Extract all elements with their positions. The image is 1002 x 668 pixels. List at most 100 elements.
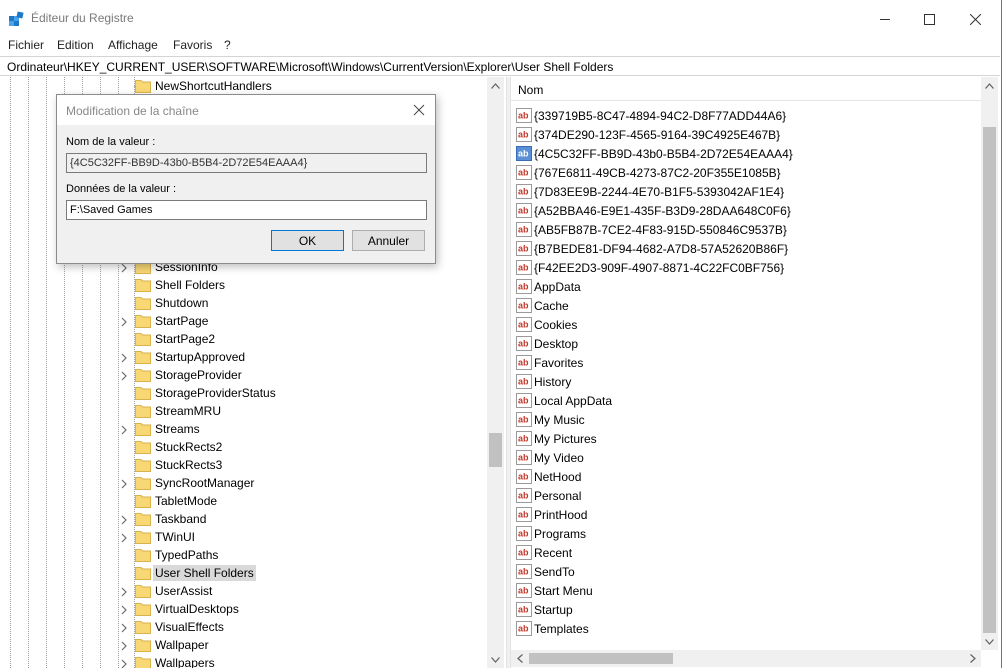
chevron-right-icon[interactable] — [120, 586, 128, 597]
menu-favoris[interactable]: Favoris — [173, 38, 212, 52]
tree-item[interactable]: NewShortcutHandlers — [118, 77, 488, 95]
address-path[interactable]: Ordinateur\HKEY_CURRENT_USER\SOFTWARE\Mi… — [7, 60, 613, 74]
value-data-field[interactable] — [66, 200, 427, 220]
list-item[interactable]: ab PrintHood — [516, 505, 976, 524]
list-item[interactable]: ab Favorites — [516, 353, 976, 372]
tree-item[interactable]: StreamMRU — [118, 402, 488, 420]
list-item-name: Templates — [534, 622, 589, 636]
tree-item[interactable]: StorageProviderStatus — [118, 384, 488, 402]
tree-item[interactable]: StartPage — [118, 312, 488, 330]
tree-item[interactable]: Shutdown — [118, 294, 488, 312]
tree-vertical-scrollbar[interactable] — [487, 77, 504, 668]
scroll-thumb[interactable] — [489, 433, 502, 467]
tree-item[interactable]: TypedPaths — [118, 546, 488, 564]
list-item[interactable]: ab {7D83EE9B-2244-4E70-B1F5-5393042AF1E4} — [516, 182, 976, 201]
tree-item[interactable]: VisualEffects — [118, 618, 488, 636]
list-item[interactable]: ab My Music — [516, 410, 976, 429]
tree-item[interactable]: Taskband — [118, 510, 488, 528]
values-vertical-scrollbar[interactable] — [981, 77, 998, 650]
chevron-right-icon[interactable] — [120, 370, 128, 381]
list-item[interactable]: ab {F42EE2D3-909F-4907-8871-4C22FC0BF756} — [516, 258, 976, 277]
tree-item[interactable]: User Shell Folders — [118, 564, 488, 582]
list-item[interactable]: ab Cache — [516, 296, 976, 315]
cancel-button[interactable]: Annuler — [352, 230, 425, 251]
scroll-thumb[interactable] — [529, 653, 673, 664]
list-item[interactable]: ab Start Menu — [516, 581, 976, 600]
list-item[interactable]: ab Templates — [516, 619, 976, 638]
list-item[interactable]: ab SendTo — [516, 562, 976, 581]
menu-edition[interactable]: Edition — [57, 38, 94, 52]
list-item[interactable]: ab Programs — [516, 524, 976, 543]
ok-button[interactable]: OK — [271, 230, 344, 251]
tree-item[interactable]: StuckRects2 — [118, 438, 488, 456]
list-item[interactable]: ab {B7BEDE81-DF94-4682-A7D8-57A52620B86F} — [516, 239, 976, 258]
title-bar[interactable]: Éditeur du Registre — [0, 0, 1000, 38]
chevron-right-icon[interactable] — [120, 514, 128, 525]
scroll-left-arrow[interactable] — [511, 650, 528, 667]
tree-item[interactable]: VirtualDesktops — [118, 600, 488, 618]
tree-item[interactable]: StuckRects3 — [118, 456, 488, 474]
list-item[interactable]: ab {4C5C32FF-BB9D-43b0-B5B4-2D72E54EAAA4} — [516, 144, 976, 163]
tree-item[interactable]: Wallpapers — [118, 654, 488, 668]
chevron-right-icon[interactable] — [120, 622, 128, 633]
tree-item[interactable]: TWinUI — [118, 528, 488, 546]
value-name-field[interactable] — [66, 153, 427, 173]
list-item[interactable]: ab Local AppData — [516, 391, 976, 410]
list-item[interactable]: ab {374DE290-123F-4565-9164-39C4925E467B} — [516, 125, 976, 144]
list-item[interactable]: ab Cookies — [516, 315, 976, 334]
scroll-up-arrow[interactable] — [487, 77, 504, 94]
svg-text:ab: ab — [518, 187, 529, 197]
dialog-title-bar[interactable]: Modification de la chaîne — [57, 95, 435, 125]
values-horizontal-scrollbar[interactable] — [511, 650, 981, 667]
tree-item[interactable]: Shell Folders — [118, 276, 488, 294]
list-item[interactable]: ab Recent — [516, 543, 976, 562]
list-item-name: {A52BBA46-E9E1-435F-B3D9-28DAA648C0F6} — [534, 204, 791, 218]
menu-affichage[interactable]: Affichage — [108, 38, 158, 52]
list-item[interactable]: ab {A52BBA46-E9E1-435F-B3D9-28DAA648C0F6} — [516, 201, 976, 220]
list-item[interactable]: ab History — [516, 372, 976, 391]
chevron-right-icon[interactable] — [120, 478, 128, 489]
list-item[interactable]: ab Startup — [516, 600, 976, 619]
maximize-button[interactable] — [906, 0, 952, 38]
tree-item[interactable]: Streams — [118, 420, 488, 438]
list-item[interactable]: ab {AB5FB87B-7CE2-4F83-915D-550846C9537B} — [516, 220, 976, 239]
list-item[interactable]: ab My Video — [516, 448, 976, 467]
list-item[interactable]: ab {339719B5-8C47-4894-94C2-D8F77ADD44A6} — [516, 106, 976, 125]
chevron-right-icon[interactable] — [120, 604, 128, 615]
list-item[interactable]: ab NetHood — [516, 467, 976, 486]
list-item[interactable]: ab My Pictures — [516, 429, 976, 448]
scroll-down-arrow[interactable] — [981, 633, 998, 650]
dialog-close-button[interactable] — [411, 102, 427, 118]
menu-help[interactable]: ? — [224, 38, 231, 52]
tree-item[interactable]: Wallpaper — [118, 636, 488, 654]
list-item[interactable]: ab AppData — [516, 277, 976, 296]
scroll-up-arrow[interactable] — [981, 77, 998, 94]
scroll-right-arrow[interactable] — [964, 650, 981, 667]
list-item[interactable]: ab Personal — [516, 486, 976, 505]
scroll-down-arrow[interactable] — [487, 651, 504, 668]
chevron-right-icon[interactable] — [120, 532, 128, 543]
svg-text:ab: ab — [518, 510, 529, 520]
scroll-thumb[interactable] — [983, 127, 996, 633]
tree-item[interactable]: StartPage2 — [118, 330, 488, 348]
column-header-nom[interactable]: Nom — [511, 77, 981, 101]
minimize-button[interactable] — [862, 0, 908, 38]
close-button[interactable] — [952, 0, 998, 38]
address-bar[interactable]: Ordinateur\HKEY_CURRENT_USER\SOFTWARE\Mi… — [0, 56, 1000, 76]
tree-item[interactable]: StorageProvider — [118, 366, 488, 384]
menu-fichier[interactable]: Fichier — [8, 38, 44, 52]
tree-item[interactable]: UserAssist — [118, 582, 488, 600]
chevron-right-icon[interactable] — [120, 352, 128, 363]
chevron-right-icon[interactable] — [120, 424, 128, 435]
svg-text:ab: ab — [518, 415, 529, 425]
chevron-right-icon[interactable] — [120, 640, 128, 651]
list-item[interactable]: ab Desktop — [516, 334, 976, 353]
chevron-right-icon[interactable] — [120, 316, 128, 327]
tree-item[interactable]: StartupApproved — [118, 348, 488, 366]
tree-item[interactable]: SyncRootManager — [118, 474, 488, 492]
chevron-right-icon[interactable] — [120, 658, 128, 668]
tree-item[interactable]: TabletMode — [118, 492, 488, 510]
list-item[interactable]: ab {767E6811-49CB-4273-87C2-20F355E1085B} — [516, 163, 976, 182]
list-item-name: Desktop — [534, 337, 579, 351]
tree-guide-line — [46, 77, 47, 668]
